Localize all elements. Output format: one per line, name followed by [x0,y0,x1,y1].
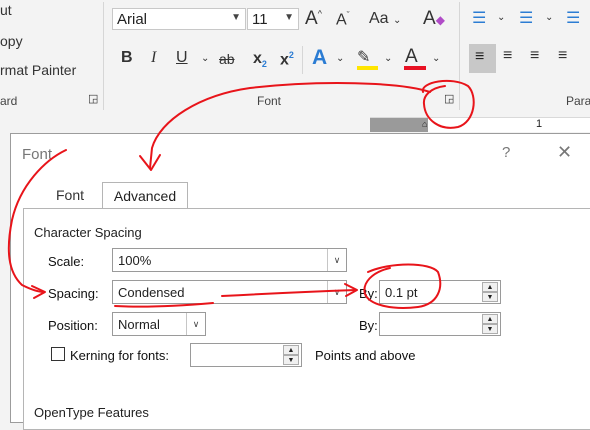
text-effects-dropdown-icon[interactable]: ⌄ [336,53,344,64]
group-separator [459,2,460,110]
indent-marker-icon[interactable]: ⌂ [422,119,427,129]
chevron-down-icon[interactable]: ∨ [327,249,346,271]
position-label: Position: [48,318,98,333]
justify-icon[interactable]: ≡ [558,47,567,65]
highlight-color-bar [357,66,378,70]
spacing-by-label: By: [359,286,378,301]
spin-up-icon[interactable]: ▲ [482,282,498,292]
font-name-value: Arial [117,11,148,28]
highlight-icon[interactable]: ✎ [357,47,370,67]
highlight-dropdown-icon[interactable]: ⌄ [384,53,392,64]
spin-up-icon[interactable]: ▲ [482,314,498,324]
copy-button[interactable]: opy [0,33,23,49]
font-name-combo[interactable]: Arial ▼ [112,8,246,30]
bullets-dropdown-icon[interactable]: ⌄ [497,12,505,23]
chevron-down-icon[interactable]: ∨ [186,313,205,335]
points-label: Points and above [315,348,416,363]
font-dialog-launcher-icon[interactable]: ◲ [444,92,454,105]
advanced-panel: Character Spacing Scale: 100% ∨ Spacing:… [23,208,590,430]
close-button[interactable]: ✕ [557,142,572,163]
font-color-bar [404,66,426,70]
align-left-icon: ≡ [475,48,485,65]
spacing-value: Condensed [118,285,185,300]
kerning-label: Kerning for fonts: [70,348,169,363]
shrink-font-button[interactable]: Aˇ [336,10,350,29]
font-group-label: Font [257,94,282,108]
position-by-spinner[interactable]: ▲ ▼ [379,312,501,336]
kerning-spinner[interactable]: ▲ ▼ [190,343,302,367]
clipboard-group-label: ard [0,94,18,108]
subscript-button[interactable]: x2 [253,50,267,69]
divider [302,46,303,74]
help-button[interactable]: ? [502,144,510,161]
spin-down-icon[interactable]: ▼ [482,292,498,302]
group-separator [103,2,104,110]
chevron-down-icon[interactable]: ▼ [284,12,294,23]
grow-font-button[interactable]: A^ [305,8,322,30]
chevron-down-icon[interactable]: ▼ [231,12,241,23]
spacing-combo[interactable]: Condensed ∨ [112,280,347,304]
position-by-label: By: [359,318,378,333]
character-spacing-heading: Character Spacing [34,225,142,240]
underline-button[interactable]: U [176,49,188,67]
change-case-button[interactable]: Aa ⌄ [369,10,401,28]
position-combo[interactable]: Normal ∨ [112,312,206,336]
numbering-icon[interactable]: ☰ [519,8,533,28]
scale-value: 100% [118,253,152,268]
ruler-number: 1 [536,118,543,130]
position-value: Normal [118,317,160,332]
scale-combo[interactable]: 100% ∨ [112,248,347,272]
underline-dropdown-icon[interactable]: ⌄ [201,53,209,64]
superscript-button[interactable]: x2 [280,50,294,69]
chevron-down-icon[interactable]: ∨ [327,281,346,303]
dialog-title: Font [22,146,53,163]
font-color-icon[interactable]: A [405,46,418,68]
paragraph-group-label: Para [566,94,590,108]
bullets-icon[interactable]: ☰ [472,8,486,28]
strikethrough-button[interactable]: ab [219,51,235,67]
italic-button[interactable]: I [151,49,156,67]
clear-formatting-icon[interactable]: A◆ [423,8,445,30]
bold-button[interactable]: B [121,49,133,67]
clipboard-launcher-icon[interactable]: ◲ [88,92,98,105]
spinner[interactable]: ▲ ▼ [283,345,299,365]
numbering-dropdown-icon[interactable]: ⌄ [545,12,553,23]
format-painter-button[interactable]: rmat Painter [0,62,76,78]
spacing-label: Spacing: [48,286,99,301]
multilevel-list-icon[interactable]: ☰ [566,8,580,28]
tab-advanced-label: Advanced [113,188,177,204]
spin-up-icon[interactable]: ▲ [283,345,299,355]
font-size-value: 11 [252,11,268,28]
align-center-icon[interactable]: ≡ [503,47,512,65]
cut-button[interactable]: ut [0,2,12,18]
kerning-checkbox[interactable] [51,347,65,361]
font-dialog: Font ? ✕ Font Advanced Character Spacing… [10,133,590,430]
spacing-by-spinner[interactable]: 0.1 pt ▲ ▼ [379,280,501,304]
spinner[interactable]: ▲ ▼ [482,282,498,302]
scale-label: Scale: [48,254,85,269]
tab-advanced[interactable]: Advanced [102,182,188,208]
align-left-button[interactable]: ≡ [469,44,496,73]
spin-down-icon[interactable]: ▼ [283,355,299,365]
spacing-by-value: 0.1 pt [385,285,418,300]
font-color-dropdown-icon[interactable]: ⌄ [432,53,440,64]
text-effects-icon[interactable]: A [312,46,327,70]
ribbon: ut opy rmat Painter ard ◲ Arial ▼ 11 ▼ A… [0,0,590,116]
tab-font-label: Font [55,187,84,203]
spinner[interactable]: ▲ ▼ [482,314,498,334]
tab-strip: Font Advanced [11,182,590,208]
font-size-combo[interactable]: 11 ▼ [247,8,299,30]
align-right-icon[interactable]: ≡ [530,47,539,65]
ruler: 1 ⌂ [370,117,590,132]
spin-down-icon[interactable]: ▼ [482,324,498,334]
ruler-margin [370,118,428,132]
tab-font[interactable]: Font [41,182,99,208]
